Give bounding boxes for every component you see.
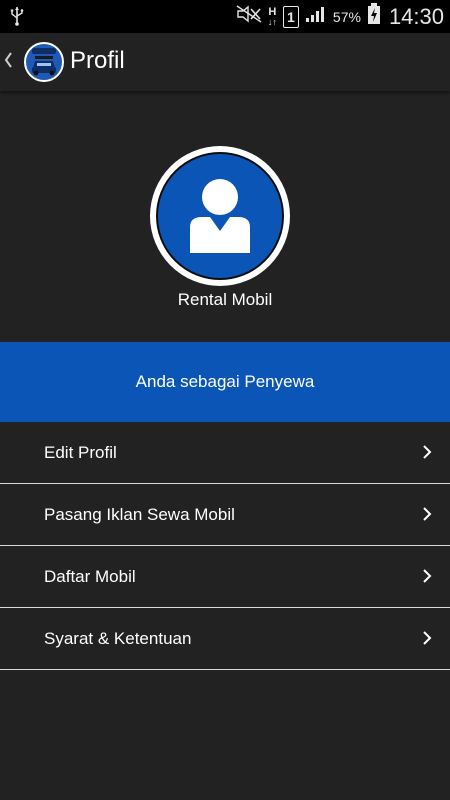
profile-menu: Edit Profil Pasang Iklan Sewa Mobil Daft…: [0, 422, 450, 670]
menu-item-pasang-iklan[interactable]: Pasang Iklan Sewa Mobil: [0, 484, 450, 546]
battery-percent: 57%: [332, 8, 361, 25]
sim-icon: 1: [282, 5, 299, 28]
profile-name: Rental Mobil: [177, 290, 273, 309]
chevron-right-icon: [422, 630, 432, 651]
user-avatar-icon: [156, 152, 284, 280]
page-title: Profil: [70, 47, 125, 74]
menu-item-label: Pasang Iklan Sewa Mobil: [44, 504, 235, 524]
menu-item-daftar-mobil[interactable]: Daftar Mobil: [0, 546, 450, 608]
usb-icon: [10, 6, 24, 31]
chevron-right-icon: [422, 568, 432, 589]
chevron-right-icon: [422, 506, 432, 527]
network-type-icon: H ↓↑: [267, 5, 277, 27]
mute-icon: [236, 5, 262, 28]
menu-item-syarat-ketentuan[interactable]: Syarat & Ketentuan: [0, 608, 450, 670]
status-bar: H ↓↑ 1 57% 14:30: [0, 0, 450, 33]
menu-item-edit-profil[interactable]: Edit Profil: [0, 422, 450, 484]
chevron-left-icon[interactable]: [3, 49, 13, 75]
menu-item-label: Daftar Mobil: [44, 566, 136, 586]
battery-charging-icon: [367, 3, 381, 30]
role-banner: Anda sebagai Penyewa: [0, 342, 450, 422]
action-bar: Profil: [0, 33, 450, 91]
car-logo-icon[interactable]: [24, 42, 64, 82]
avatar: [150, 146, 290, 286]
clock: 14:30: [388, 3, 444, 29]
menu-item-label: Syarat & Ketentuan: [44, 628, 192, 648]
chevron-right-icon: [422, 444, 432, 465]
menu-item-label: Edit Profil: [44, 442, 117, 462]
signal-icon: [305, 5, 327, 28]
